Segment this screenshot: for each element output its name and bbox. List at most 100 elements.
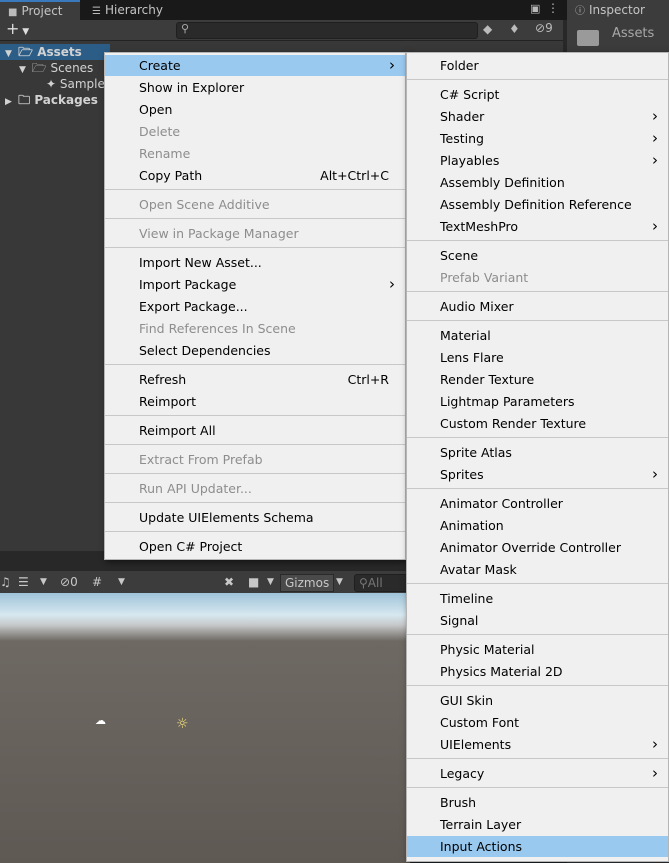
- menu-item-show-in-explorer[interactable]: Show in Explorer: [105, 77, 405, 98]
- menu-item-label: Testing: [440, 131, 484, 146]
- create-item-timeline[interactable]: Timeline: [407, 588, 668, 609]
- tab-inspector-label: Inspector: [589, 3, 645, 17]
- menu-item-export-package[interactable]: Export Package...: [105, 296, 405, 317]
- create-item-lens-flare[interactable]: Lens Flare: [407, 347, 668, 368]
- create-item-lightmap-parameters[interactable]: Lightmap Parameters: [407, 391, 668, 412]
- create-item-physic-material[interactable]: Physic Material: [407, 639, 668, 660]
- create-item-signal[interactable]: Signal: [407, 610, 668, 631]
- chevron-down-icon[interactable]: ▼: [118, 574, 125, 590]
- create-item-terrain-layer[interactable]: Terrain Layer: [407, 814, 668, 835]
- create-item-avatar-mask[interactable]: Avatar Mask: [407, 559, 668, 580]
- filter-by-type-icon[interactable]: ◆: [483, 22, 492, 36]
- filter-by-label-icon[interactable]: ♦: [509, 22, 520, 36]
- create-item-input-actions[interactable]: Input Actions: [407, 836, 668, 857]
- tree-item-scenes[interactable]: ▼ 🗁 Scenes: [0, 60, 93, 76]
- tab-project[interactable]: ■ Project: [0, 0, 80, 20]
- effects-icon[interactable]: ☰: [18, 574, 29, 590]
- menu-item-open-c-project[interactable]: Open C# Project: [105, 536, 405, 557]
- tree-item-packages[interactable]: ▶ 🗀 Packages: [0, 92, 98, 108]
- menu-item-reimport[interactable]: Reimport: [105, 391, 405, 412]
- tree-item-label: Scenes: [50, 61, 94, 75]
- menu-item-label: Material: [440, 328, 491, 343]
- menu-item-label: Create: [139, 58, 181, 73]
- menu-item-open[interactable]: Open: [105, 99, 405, 120]
- create-item-custom-font[interactable]: Custom Font: [407, 712, 668, 733]
- unity-scene-icon: ✦: [46, 77, 57, 91]
- menu-separator: [407, 787, 668, 788]
- hidden-objects-button[interactable]: ⊘0: [60, 574, 78, 590]
- create-item-assembly-definition-reference[interactable]: Assembly Definition Reference: [407, 194, 668, 215]
- collapse-arrow-icon[interactable]: ▶: [5, 97, 12, 107]
- add-button[interactable]: + ▼: [6, 20, 29, 41]
- menu-item-reimport-all[interactable]: Reimport All: [105, 420, 405, 441]
- hidden-packages-button[interactable]: ⊘9: [535, 21, 553, 35]
- tree-item-sample-scene[interactable]: ✦ Sample: [0, 76, 105, 92]
- menu-item-label: Physic Material: [440, 642, 535, 657]
- menu-item-label: Playables: [440, 153, 500, 168]
- camera-icon[interactable]: ■: [248, 574, 259, 590]
- tree-item-assets[interactable]: ▼ 🗁 Assets: [0, 44, 110, 60]
- create-item-c-script[interactable]: C# Script: [407, 84, 668, 105]
- create-item-material[interactable]: Material: [407, 325, 668, 346]
- menu-item-import-package[interactable]: Import Package ›: [105, 274, 405, 295]
- expand-arrow-icon[interactable]: ▼: [19, 65, 26, 75]
- gizmos-button[interactable]: Gizmos: [280, 574, 335, 592]
- menu-item-label: Update UIElements Schema: [139, 510, 314, 525]
- create-item-testing[interactable]: Testing ›: [407, 128, 668, 149]
- scene-search-placeholder: All: [367, 576, 383, 590]
- create-item-textmeshpro[interactable]: TextMeshPro ›: [407, 216, 668, 237]
- menu-item-label: Select Dependencies: [139, 343, 271, 358]
- create-item-playables[interactable]: Playables ›: [407, 150, 668, 171]
- menu-item-label: Open C# Project: [139, 539, 243, 554]
- chevron-down-icon[interactable]: ▼: [267, 574, 274, 590]
- grid-icon[interactable]: #: [92, 574, 102, 590]
- menu-item-create[interactable]: Create ›: [105, 55, 405, 76]
- create-item-scene[interactable]: Scene: [407, 245, 668, 266]
- chevron-down-icon[interactable]: ▼: [336, 574, 343, 590]
- create-item-brush[interactable]: Brush: [407, 792, 668, 813]
- create-item-folder[interactable]: Folder: [407, 55, 668, 76]
- create-item-assembly-definition[interactable]: Assembly Definition: [407, 172, 668, 193]
- menu-item-find-references-in-scene: Find References In Scene: [105, 318, 405, 339]
- audio-toggle-icon[interactable]: ♫: [0, 574, 11, 590]
- menu-item-label: Refresh: [139, 372, 187, 387]
- scene-search-input[interactable]: ⚲All: [354, 574, 408, 592]
- create-item-animator-controller[interactable]: Animator Controller: [407, 493, 668, 514]
- menu-item-import-new-asset[interactable]: Import New Asset...: [105, 252, 405, 273]
- menu-item-copy-path[interactable]: Copy Path Alt+Ctrl+C: [105, 165, 405, 186]
- menu-item-label: Show in Explorer: [139, 80, 245, 95]
- create-item-animator-override-controller[interactable]: Animator Override Controller: [407, 537, 668, 558]
- chevron-down-icon[interactable]: ▼: [40, 574, 47, 590]
- create-item-shader[interactable]: Shader ›: [407, 106, 668, 127]
- create-item-sprite-atlas[interactable]: Sprite Atlas: [407, 442, 668, 463]
- menu-item-view-in-package-manager: View in Package Manager: [105, 223, 405, 244]
- folder-icon: 🗀: [18, 93, 31, 107]
- create-item-physics-material-2d[interactable]: Physics Material 2D: [407, 661, 668, 682]
- create-item-render-texture[interactable]: Render Texture: [407, 369, 668, 390]
- scene-view[interactable]: [0, 593, 410, 863]
- menu-item-delete: Delete: [105, 121, 405, 142]
- create-item-uielements[interactable]: UIElements ›: [407, 734, 668, 755]
- create-item-custom-render-texture[interactable]: Custom Render Texture: [407, 413, 668, 434]
- menu-separator: [407, 79, 668, 80]
- folder-open-icon: 🗁: [18, 45, 33, 59]
- more-options-icon[interactable]: ⋮: [547, 1, 559, 15]
- menu-item-shortcut: Ctrl+R: [347, 372, 389, 387]
- expand-arrow-icon[interactable]: ▼: [5, 49, 12, 59]
- create-item-legacy[interactable]: Legacy ›: [407, 763, 668, 784]
- search-input[interactable]: ⚲: [176, 22, 478, 39]
- create-item-gui-skin[interactable]: GUI Skin: [407, 690, 668, 711]
- menu-item-label: Lightmap Parameters: [440, 394, 575, 409]
- menu-item-update-uielements-schema[interactable]: Update UIElements Schema: [105, 507, 405, 528]
- menu-separator: [105, 473, 405, 474]
- create-item-sprites[interactable]: Sprites ›: [407, 464, 668, 485]
- tools-icon[interactable]: ✖: [224, 574, 234, 590]
- lock-icon[interactable]: ▣: [530, 2, 540, 15]
- tab-inspector[interactable]: ⓘ Inspector: [567, 0, 669, 20]
- menu-item-refresh[interactable]: Refresh Ctrl+R: [105, 369, 405, 390]
- create-item-animation[interactable]: Animation: [407, 515, 668, 536]
- menu-item-rename: Rename: [105, 143, 405, 164]
- menu-item-select-dependencies[interactable]: Select Dependencies: [105, 340, 405, 361]
- tab-hierarchy[interactable]: ☰ Hierarchy: [84, 0, 174, 20]
- create-item-audio-mixer[interactable]: Audio Mixer: [407, 296, 668, 317]
